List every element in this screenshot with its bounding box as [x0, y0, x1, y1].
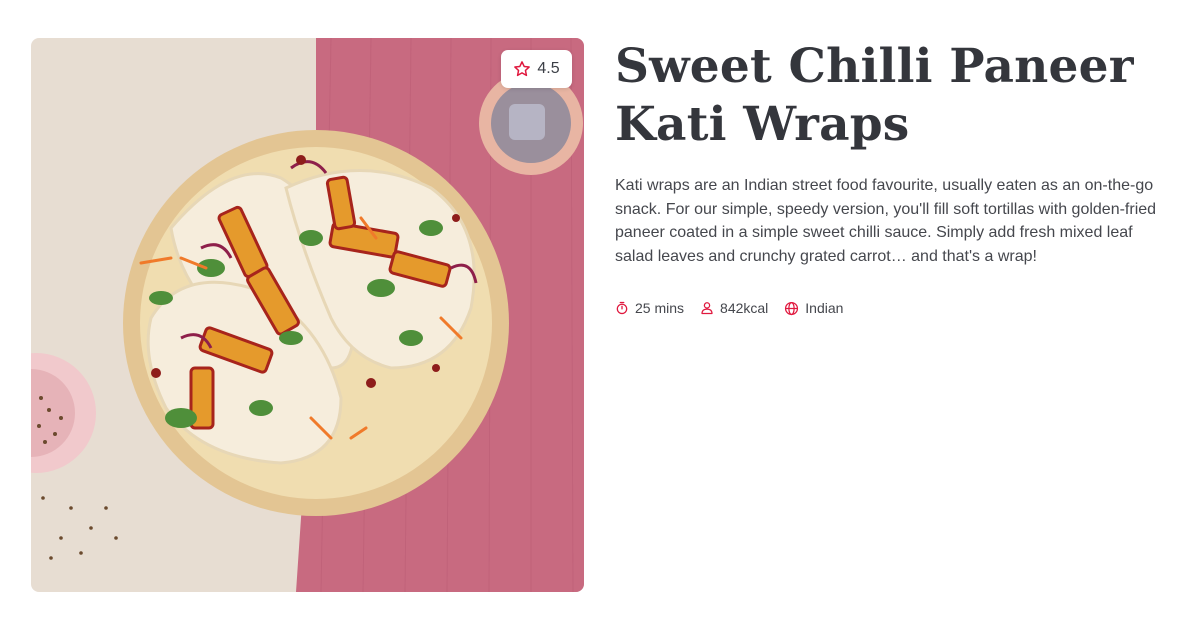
stopwatch-icon — [615, 301, 629, 315]
calories-value: 842kcal — [720, 300, 769, 316]
recipe-description: Kati wraps are an Indian street food fav… — [615, 177, 1157, 265]
recipe-meta: 25 mins 842kcal Indian — [615, 300, 1170, 316]
rating-badge[interactable]: 4.5 — [501, 50, 572, 88]
cuisine: Indian — [784, 300, 843, 316]
recipe-card: 4.5 Sweet Chilli Paneer Kati Wraps Kati … — [0, 0, 1200, 630]
cook-time: 25 mins — [615, 300, 684, 316]
cuisine-value: Indian — [805, 300, 844, 316]
recipe-title: Sweet Chilli Paneer Kati Wraps — [615, 39, 1134, 152]
recipe-details: Sweet Chilli Paneer Kati Wraps Kati wrap… — [615, 38, 1170, 316]
star-icon — [513, 60, 531, 78]
person-icon — [700, 301, 714, 315]
cook-time-value: 25 mins — [635, 300, 685, 316]
rating-value: 4.5 — [537, 60, 560, 77]
globe-icon — [784, 301, 799, 316]
calories: 842kcal — [700, 300, 768, 316]
recipe-photo — [31, 38, 584, 592]
